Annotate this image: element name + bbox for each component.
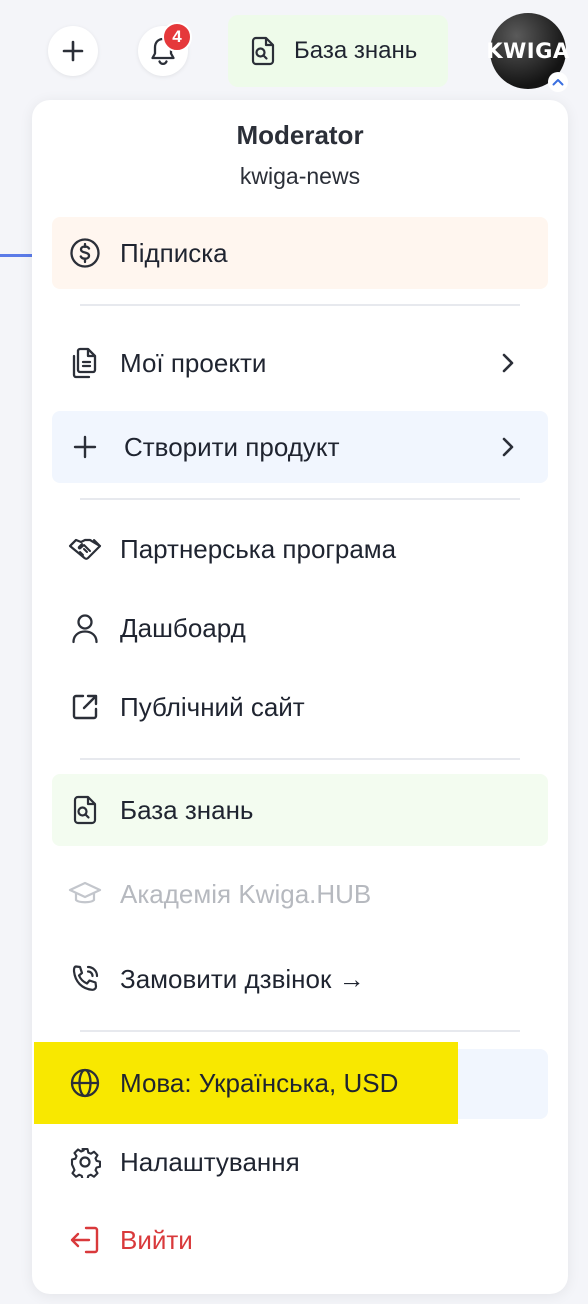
divider	[80, 498, 520, 500]
divider	[80, 758, 520, 760]
profile-dropdown-menu: Moderator kwiga-news Підписка Мої проект…	[32, 100, 568, 1294]
menu-item-language[interactable]: Мова: Українська, USD	[52, 1047, 548, 1119]
menu-item-settings[interactable]: Налаштування	[52, 1126, 548, 1198]
menu-item-my-projects[interactable]: Мої проекти	[52, 327, 548, 399]
knowledge-base-label: База знань	[294, 37, 418, 64]
menu-item-label: Публічний сайт	[120, 691, 305, 722]
menu-item-label: База знань	[120, 794, 254, 825]
menu-item-label: Мої проекти	[120, 347, 267, 378]
menu-item-label: Створити продукт	[124, 431, 340, 462]
document-search-icon	[251, 36, 275, 66]
menu-item-partner-program[interactable]: Партнерська програма	[52, 513, 548, 585]
chevron-up-icon[interactable]	[548, 72, 568, 92]
menu-item-label: Замовити дзвінок →	[120, 963, 365, 994]
add-button[interactable]	[48, 26, 98, 76]
menu-item-public-site[interactable]: Публічний сайт	[52, 671, 548, 743]
chevron-right-icon	[502, 353, 514, 373]
plus-icon	[62, 40, 84, 62]
menu-item-label: Вийти	[120, 1224, 193, 1255]
globe-icon	[68, 1066, 102, 1100]
workspace-name: kwiga-news	[239, 163, 361, 189]
menu-item-label: Партнерська програма	[120, 533, 397, 564]
chevron-right-icon	[502, 437, 514, 457]
menu-item-knowledge-base[interactable]: База знань	[52, 774, 548, 846]
menu-item-label: Мова: Українська, USD	[120, 1067, 399, 1098]
graduation-cap-icon	[68, 877, 102, 911]
menu-item-subscription[interactable]: Підписка	[52, 217, 548, 289]
user-role: Moderator	[236, 120, 364, 150]
phone-call-icon	[68, 962, 102, 996]
external-link-icon	[68, 690, 102, 724]
handshake-icon	[68, 532, 102, 566]
menu-item-dashboard[interactable]: Дашбоард	[52, 592, 548, 664]
plus-icon	[68, 430, 102, 464]
menu-item-label: Дашбоард	[120, 612, 246, 643]
menu-item-create-product[interactable]: Створити продукт	[52, 411, 548, 483]
menu-item-label: Налаштування	[120, 1146, 300, 1177]
knowledge-base-button[interactable]: База знань	[228, 15, 448, 87]
menu-item-order-call[interactable]: Замовити дзвінок →	[52, 943, 548, 1015]
top-bar: 4 База знань KWIGA	[0, 0, 588, 100]
documents-icon	[68, 346, 102, 380]
user-icon	[68, 611, 102, 645]
menu-item-academy: Академія Kwiga.HUB	[52, 858, 548, 930]
divider	[80, 1030, 520, 1032]
logout-icon	[68, 1223, 102, 1257]
notification-count-badge: 4	[162, 22, 192, 52]
gear-icon	[68, 1145, 102, 1179]
divider	[80, 304, 520, 306]
background-accent-line	[0, 254, 34, 257]
dollar-circle-icon	[68, 236, 102, 270]
menu-item-label: Підписка	[120, 237, 228, 268]
menu-item-label: Академія Kwiga.HUB	[120, 878, 372, 909]
document-search-icon	[68, 793, 102, 827]
menu-item-logout[interactable]: Вийти	[52, 1204, 548, 1276]
